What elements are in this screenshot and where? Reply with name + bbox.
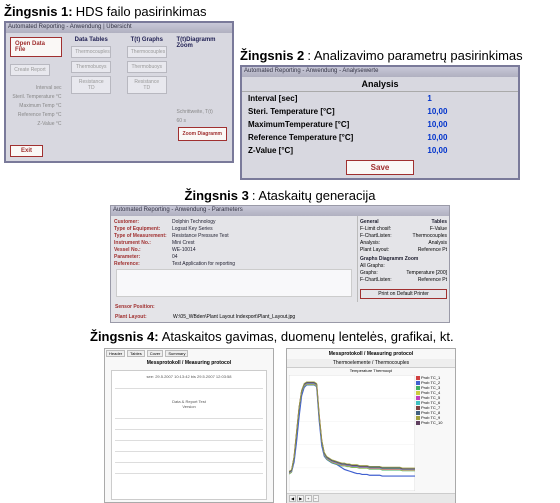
parameter-field[interactable]: 04 [172, 254, 178, 260]
step2-desc: : Analizavimo parametrų pasirinkimas [307, 48, 522, 63]
step3-label: Žingsnis 3 [185, 188, 249, 203]
steri-temp-input[interactable]: 10,00 [421, 105, 518, 118]
create-report-button[interactable]: Create Report [10, 64, 50, 76]
resistance-button[interactable]: Resistance TD [71, 76, 111, 94]
step3-text-area[interactable] [116, 269, 352, 297]
customer-field[interactable]: Dolphin Technology [172, 219, 216, 225]
print-button[interactable]: Print on Default Printer [360, 289, 447, 299]
tc-graph-button[interactable]: Thermocouples [127, 46, 167, 58]
chart-control[interactable]: ◀ [289, 495, 296, 502]
rtd-graph-button[interactable]: Resistance TD [127, 76, 167, 94]
zvalue-input[interactable]: 10,00 [421, 144, 518, 157]
report-document-panel: Header Tables Cover Summary Messprotokol… [104, 348, 274, 503]
save-button[interactable]: Save [346, 160, 415, 175]
schrittweite-value: 60 s [177, 118, 229, 124]
step3-titlebar: Automated Reporting - Anwendung - Parame… [111, 206, 449, 216]
side-label: Reference Temp °C [10, 112, 62, 118]
schrittweite-label: Schrittweite, T(t) [177, 109, 229, 115]
table-row: MaximumTemperature [°C]10,00 [242, 118, 518, 131]
protocol-title: Messprotokoll / Measuring protocol [287, 349, 455, 359]
interval-input[interactable]: 1 [421, 92, 518, 105]
analysis-table: Interval [sec]1 Steri. Temperature [°C]1… [242, 92, 518, 157]
equipment-field[interactable]: Logsat Key Series [172, 226, 213, 232]
ref-temp-input[interactable]: 10,00 [421, 131, 518, 144]
table-row: Steri. Temperature [°C]10,00 [242, 105, 518, 118]
tab[interactable]: Header [106, 350, 125, 357]
chart-control[interactable]: ▶ [297, 495, 304, 502]
tb-graph-button[interactable]: Thermobuoys [127, 61, 167, 73]
table-row: Reference Temperature [°C]10,00 [242, 131, 518, 144]
vessel-field[interactable]: WE-10014 [172, 247, 196, 253]
col-header: Data Tables [75, 37, 108, 43]
step3-window: Automated Reporting - Anwendung - Parame… [110, 205, 450, 323]
step1-desc: HDS failo pasirinkimas [76, 4, 207, 19]
step4-desc: Ataskaitos gavimas, duomenų lentelės, gr… [162, 329, 454, 344]
max-temp-input[interactable]: 10,00 [421, 118, 518, 131]
step1-label: Žingsnis 1: [4, 4, 73, 19]
thermocouples-button[interactable]: Thermocouples [71, 46, 111, 58]
exit-button[interactable]: Exit [10, 145, 43, 157]
side-label: Interval sec [10, 85, 62, 91]
measurement-field[interactable]: Resistance Pressure Test [172, 233, 229, 239]
temperature-chart [289, 375, 415, 491]
chart-control[interactable]: + [305, 495, 311, 502]
tab[interactable]: Cover [147, 350, 164, 357]
chart-legend: Prob TC_1Prob TC_2Prob TC_3Prob TC_4Prob… [415, 375, 453, 491]
instrument-field[interactable]: Mini Crest [172, 240, 195, 246]
open-data-file-button[interactable]: Open Data File [10, 37, 62, 57]
analysis-header: Analysis [242, 77, 518, 92]
step2-label: Žingsnis 2 [240, 48, 304, 63]
chart-footer: ◀ ▶ + − [287, 493, 455, 503]
table-row: Interval [sec]1 [242, 92, 518, 105]
step3-desc: : Ataskaitų generacija [252, 188, 376, 203]
chart-control[interactable]: − [313, 495, 319, 502]
step2-window: Automated Reporting - Anwendung - Analys… [240, 65, 520, 180]
protocol-title: Messprotokoll / Measuring protocol [105, 358, 273, 368]
step1-window: Automated Reporting - Anwendung | Übersi… [4, 21, 234, 163]
zoom-button[interactable]: Zoom Diagramm [178, 127, 227, 141]
plant-layout-path[interactable]: W:\05_WBden\Plant Layout Indexport\Plant… [173, 314, 295, 320]
step3-right-panel: GeneralTables F-Limit chosif:F-Value F-C… [357, 216, 449, 302]
chart-title: Thermoelemente / Thermocouples [287, 359, 455, 368]
col-header: T(t) Graphs [131, 37, 163, 43]
step4-label: Žingsnis 4: [90, 329, 159, 344]
step2-titlebar: Automated Reporting - Anwendung - Analys… [242, 67, 518, 77]
tab[interactable]: Tables [127, 350, 145, 357]
col-header: T(t)Diagramm Zoom [177, 37, 229, 49]
side-label: Steril. Temperature °C [10, 94, 62, 100]
chart-panel: Messprotokoll / Measuring protocol Therm… [286, 348, 456, 503]
step1-titlebar: Automated Reporting - Anwendung | Übersi… [6, 23, 232, 33]
report-body: see: 29.5.2007 10:13:42 bis 29.5.2007 12… [111, 370, 267, 500]
side-label: Z-Value °C [10, 121, 62, 127]
thermobuoys-button[interactable]: Thermobuoys [71, 61, 111, 73]
tab[interactable]: Summary [165, 350, 188, 357]
reference-field[interactable]: Test Application for reporting [172, 261, 235, 267]
step3-left-panel: Customer:Dolphin Technology Type of Equi… [111, 216, 357, 302]
side-label: Maximum Temp °C [10, 103, 62, 109]
table-row: Z-Value [°C]10,00 [242, 144, 518, 157]
